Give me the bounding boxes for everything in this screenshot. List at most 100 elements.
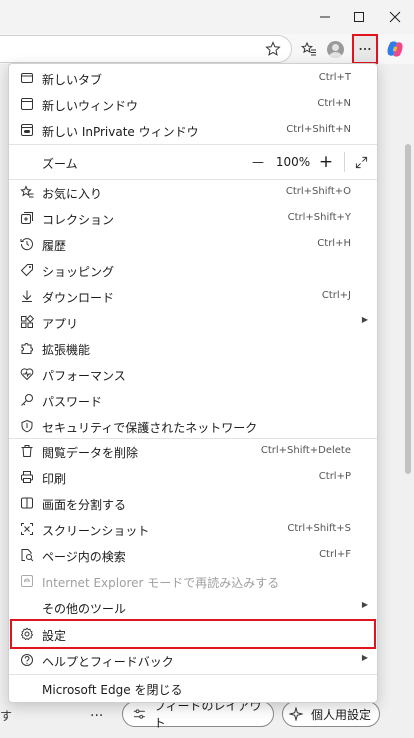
close-window-button[interactable] — [378, 0, 412, 34]
menu-label: 新しいウィンドウ — [42, 99, 139, 113]
menu-item-favorites[interactable]: お気に入り Ctrl+Shift+O — [9, 179, 377, 205]
menu-item-help-feedback[interactable]: ヘルプとフィードバック ▶ — [9, 647, 377, 673]
menu-item-passwords[interactable]: パスワード — [9, 387, 377, 413]
menu-item-close-edge[interactable]: Microsoft Edge を閉じる — [9, 675, 377, 701]
settings-and-more-button[interactable] — [352, 34, 378, 64]
title-bar — [0, 0, 414, 34]
more-dots-icon — [359, 47, 371, 51]
menu-label: ページ内の検索 — [42, 550, 126, 564]
menu-label: その他のツール — [42, 602, 127, 616]
menu-item-ie-mode: Internet Explorer モードで再読み込みする — [9, 568, 377, 594]
settings-and-more-menu: 新しいタブ Ctrl+T 新しいウィンドウ Ctrl+N 新しい InPriva… — [8, 63, 378, 703]
menu-label: 新しい InPrivate ウィンドウ — [42, 125, 199, 139]
feed-layout-button[interactable]: フィードのレイアウト — [122, 699, 274, 730]
favorite-star-button[interactable] — [262, 38, 284, 60]
split-screen-icon — [19, 495, 35, 511]
minimize-button[interactable] — [308, 0, 342, 34]
menu-item-print[interactable]: 印刷 Ctrl+P — [9, 464, 377, 490]
personal-settings-button[interactable]: 個人用設定 — [282, 701, 380, 727]
menu-shortcut: Ctrl+H — [317, 238, 351, 249]
favorites-list-icon — [301, 41, 316, 56]
profile-avatar[interactable] — [327, 41, 344, 58]
address-bar[interactable] — [0, 35, 292, 63]
menu-label: 履歴 — [42, 239, 67, 253]
sparkle-icon — [289, 707, 303, 721]
menu-shortcut: Ctrl+T — [318, 72, 351, 83]
star-icon — [265, 41, 281, 56]
page-scrollbar[interactable] — [402, 64, 414, 738]
menu-shortcut: Ctrl+Shift+Delete — [260, 445, 351, 456]
menu-item-downloads[interactable]: ダウンロード Ctrl+J — [9, 283, 377, 309]
find-in-page-icon — [19, 547, 35, 563]
menu-item-new-tab[interactable]: 新しいタブ Ctrl+T — [9, 65, 377, 91]
menu-label: Microsoft Edge を閉じる — [42, 683, 183, 697]
download-icon — [19, 288, 35, 304]
menu-item-new-window[interactable]: 新しいウィンドウ Ctrl+N — [9, 91, 377, 117]
menu-item-shopping[interactable]: ショッピング — [9, 257, 377, 283]
menu-shortcut: Ctrl+J — [321, 290, 351, 301]
history-icon — [19, 236, 35, 252]
page-more-dots[interactable]: ... — [90, 704, 103, 720]
new-tab-icon — [19, 70, 35, 86]
puzzle-icon — [19, 340, 35, 356]
ie-mode-icon — [19, 573, 35, 589]
menu-label: 画面を分割する — [42, 498, 127, 512]
menu-item-new-inprivate[interactable]: 新しい InPrivate ウィンドウ Ctrl+Shift+N — [9, 117, 377, 143]
favorites-button[interactable] — [298, 38, 320, 60]
menu-item-collections[interactable]: コレクション Ctrl+Shift+Y — [9, 205, 377, 231]
menu-label: ズーム — [42, 157, 78, 171]
zoom-level: 100% — [275, 155, 311, 169]
menu-shortcut: Ctrl+Shift+Y — [287, 212, 351, 223]
menu-label: ダウンロード — [42, 291, 115, 305]
menu-item-delete-browsing-data[interactable]: 閲覧データを削除 Ctrl+Shift+Delete — [9, 438, 377, 464]
menu-item-secure-network[interactable]: セキュリティで保護されたネットワーク — [9, 413, 377, 439]
settings-highlight-box — [10, 619, 376, 649]
menu-item-split-screen[interactable]: 画面を分割する — [9, 490, 377, 516]
menu-shortcut: Ctrl+Shift+N — [286, 124, 351, 135]
menu-item-more-tools[interactable]: その他のツール ▶ — [9, 594, 377, 620]
fullscreen-icon — [355, 156, 367, 168]
menu-item-extensions[interactable]: 拡張機能 — [9, 335, 377, 361]
apps-icon — [19, 314, 35, 330]
menu-label: セキュリティで保護されたネットワーク — [42, 421, 258, 435]
help-icon — [19, 652, 35, 668]
menu-item-apps[interactable]: アプリ ▶ — [9, 309, 377, 335]
page-text-fragment: す — [0, 709, 13, 723]
menu-item-find-in-page[interactable]: ページ内の検索 Ctrl+F — [9, 542, 377, 568]
scrollbar-thumb[interactable] — [405, 144, 411, 474]
menu-shortcut: Ctrl+F — [319, 549, 351, 560]
maximize-icon — [354, 12, 364, 22]
menu-item-history[interactable]: 履歴 Ctrl+H — [9, 231, 377, 257]
minimize-icon — [320, 16, 330, 18]
browser-toolbar — [0, 34, 414, 64]
trash-icon — [19, 443, 35, 459]
maximize-button[interactable] — [342, 0, 376, 34]
close-icon — [389, 11, 401, 23]
shield-icon — [19, 418, 35, 434]
personal-settings-label: 個人用設定 — [311, 707, 372, 722]
menu-shortcut: Ctrl+Shift+S — [287, 523, 351, 534]
menu-shortcut: Ctrl+P — [318, 471, 351, 482]
menu-item-screenshot[interactable]: スクリーンショット Ctrl+Shift+S — [9, 516, 377, 542]
collections-icon — [19, 210, 35, 226]
menu-label: ショッピング — [42, 265, 115, 279]
menu-item-performance[interactable]: パフォーマンス — [9, 361, 377, 387]
screenshot-icon — [19, 521, 35, 537]
zoom-divider — [344, 152, 345, 172]
menu-label: スクリーンショット — [42, 524, 150, 538]
fullscreen-button[interactable] — [349, 145, 373, 179]
menu-item-zoom: ズーム — 100% + — [9, 145, 377, 179]
new-window-icon — [19, 96, 35, 112]
favorites-icon — [19, 184, 35, 200]
zoom-in-button[interactable]: + — [313, 145, 339, 179]
copilot-button[interactable] — [384, 38, 406, 60]
zoom-out-button[interactable]: — — [247, 145, 269, 179]
menu-label: Internet Explorer モードで再読み込みする — [42, 576, 280, 590]
menu-label: 拡張機能 — [42, 343, 91, 357]
heart-pulse-icon — [19, 366, 35, 382]
submenu-arrow-icon: ▶ — [361, 653, 368, 662]
menu-label: アプリ — [42, 317, 79, 331]
key-icon — [19, 392, 35, 408]
menu-shortcut: Ctrl+Shift+O — [285, 186, 351, 197]
menu-label: ヘルプとフィードバック — [42, 655, 174, 669]
